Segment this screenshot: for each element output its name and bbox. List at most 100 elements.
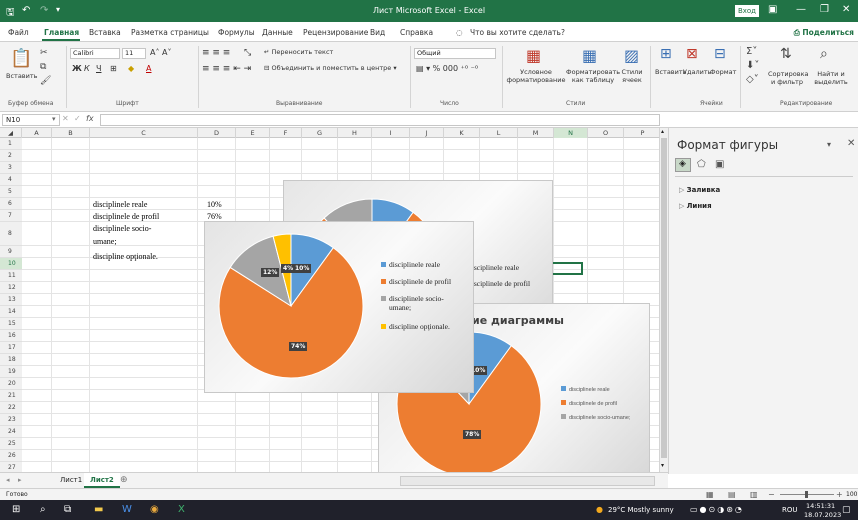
row-header-22[interactable]: 22 [0, 402, 22, 414]
zoom-out-icon[interactable]: − [768, 490, 775, 499]
align-left-icon[interactable]: ≡ ≡ ≡ ⇤ ⇥ [202, 64, 251, 74]
zoom-level[interactable]: 100 [846, 491, 857, 498]
column-header-c[interactable]: C [90, 128, 198, 138]
find-select-button[interactable]: Найти и выделить [808, 70, 854, 86]
autosum-icon[interactable]: Σ˅ [746, 46, 757, 57]
ribbon-display-icon[interactable]: ▣ [768, 4, 777, 15]
accounting-format-icon[interactable]: ▤ ▾ % 000 ⁺⁰ ⁻⁰ [416, 64, 478, 73]
row-header-4[interactable]: 4 [0, 174, 22, 186]
file-explorer-icon[interactable]: ▬ [94, 504, 103, 515]
sort-filter-icon[interactable]: ⇅ [780, 46, 792, 62]
select-all-corner[interactable]: ◢ [0, 128, 22, 138]
font-color-icon[interactable]: A [146, 64, 151, 73]
format-cells-button[interactable]: Формат [710, 68, 736, 76]
conditional-format-icon[interactable]: ▦ [526, 46, 541, 65]
paste-button[interactable]: Вставить [6, 72, 37, 80]
row-header-24[interactable]: 24 [0, 426, 22, 438]
tab-formulas[interactable]: Формулы [218, 28, 255, 37]
row-header-2[interactable]: 2 [0, 150, 22, 162]
zoom-in-icon[interactable]: + [836, 490, 843, 499]
row-header-17[interactable]: 17 [0, 342, 22, 354]
column-header-f[interactable]: F [270, 128, 302, 138]
merge-center-button[interactable]: ⊟ Объединить и поместить в центре ▾ [264, 64, 397, 72]
fx-icon[interactable]: fx [86, 114, 94, 123]
fill-color-icon[interactable]: ◆ [128, 64, 134, 73]
delete-cells-button[interactable]: Удалить [683, 68, 711, 76]
cell-styles-button[interactable]: Стили ячеек [618, 68, 646, 84]
clock-time[interactable]: 14:51:31 [806, 502, 835, 510]
column-header-h[interactable]: H [338, 128, 372, 138]
row-header-18[interactable]: 18 [0, 354, 22, 366]
row-header-16[interactable]: 16 [0, 330, 22, 342]
column-header-p[interactable]: P [624, 128, 659, 138]
sheet-tab-2[interactable]: Лист2 [84, 473, 120, 488]
tab-view[interactable]: Вид [370, 28, 385, 37]
font-size-combo[interactable]: 11 [122, 48, 146, 59]
sheet-prev-icon[interactable]: ◂ [6, 476, 10, 484]
zoom-slider-thumb[interactable] [805, 491, 808, 498]
fill-section[interactable]: ▷ Заливка [679, 186, 720, 194]
column-header-l[interactable]: L [480, 128, 518, 138]
column-header-m[interactable]: M [518, 128, 554, 138]
conditional-format-button[interactable]: Условное форматирование [506, 68, 566, 84]
row-header-10[interactable]: 10 [0, 258, 22, 270]
column-header-e[interactable]: E [236, 128, 270, 138]
size-properties-tab-icon[interactable]: ▣ [715, 159, 724, 170]
cell-d6[interactable]: 10% [207, 200, 222, 209]
insert-cells-button[interactable]: Вставить [655, 68, 686, 76]
confirm-entry-icon[interactable]: ✓ [74, 114, 81, 123]
fill-icon[interactable]: ⬇˅ [746, 60, 759, 71]
pane-close-icon[interactable]: ✕ [847, 138, 855, 149]
minimize-icon[interactable]: — [796, 4, 806, 15]
row-header-25[interactable]: 25 [0, 438, 22, 450]
share-button[interactable]: ⎙ Поделиться [794, 28, 854, 38]
normal-view-icon[interactable]: ▦ [706, 490, 714, 499]
align-top-icon[interactable]: ≡ ≡ ≡ [202, 48, 230, 58]
tab-data[interactable]: Данные [262, 28, 293, 37]
cell-c8[interactable]: disciplinele socio- [93, 224, 189, 233]
page-layout-view-icon[interactable]: ▤ [728, 490, 736, 499]
row-header-8[interactable]: 8 [0, 222, 22, 246]
row-header-3[interactable]: 3 [0, 162, 22, 174]
tab-help[interactable]: Справка [400, 28, 433, 37]
clock-date[interactable]: 18.07.2023 [804, 511, 841, 519]
column-header-i[interactable]: I [372, 128, 410, 138]
worksheet-grid[interactable]: ◢ A B C D E F G H I J K L M N O P 1 2 3 4 5 6 7 8 9 10 11 12 13 14 15 1… [0, 128, 659, 472]
cell-c7[interactable]: disciplinele de profil [93, 212, 159, 221]
row-header-23[interactable]: 23 [0, 414, 22, 426]
row-header-20[interactable]: 20 [0, 378, 22, 390]
row-header-11[interactable]: 11 [0, 270, 22, 282]
cell-d7[interactable]: 76% [207, 212, 222, 221]
tab-page-layout[interactable]: Разметка страницы [131, 28, 209, 37]
row-header-15[interactable]: 15 [0, 318, 22, 330]
scroll-thumb[interactable] [661, 138, 667, 458]
column-header-o[interactable]: O [588, 128, 624, 138]
tray-icons[interactable]: ▭●⊙◑⊛◔ [690, 505, 744, 514]
format-painter-icon[interactable]: 🖌 [40, 76, 51, 86]
add-sheet-icon[interactable]: ⊕ [120, 475, 128, 485]
insert-cells-icon[interactable]: ⊞ [660, 46, 672, 62]
weather-text[interactable]: 29°C Mostly sunny [608, 506, 674, 514]
column-header-n[interactable]: N [554, 128, 588, 138]
column-header-g[interactable]: G [302, 128, 338, 138]
notifications-icon[interactable]: ▢ [842, 505, 851, 515]
bold-icon[interactable]: Ж [72, 64, 82, 73]
login-button[interactable]: Вход [735, 5, 759, 17]
task-view-icon[interactable]: ⧉ [64, 504, 71, 515]
paste-icon[interactable]: 📋 [10, 48, 32, 69]
clear-icon[interactable]: ◇˅ [746, 74, 759, 85]
row-header-9[interactable]: 9 [0, 246, 22, 258]
column-header-b[interactable]: B [52, 128, 90, 138]
word-app-icon[interactable]: W [122, 504, 132, 515]
vertical-scrollbar[interactable]: ▴ ▾ [659, 128, 668, 472]
row-header-27[interactable]: 27 [0, 462, 22, 472]
tell-me-box[interactable]: Что вы хотите сделать? [470, 28, 565, 37]
underline-icon[interactable]: Ч [96, 64, 101, 73]
cell-c9[interactable]: discipline opţionale. [93, 252, 158, 261]
row-header-19[interactable]: 19 [0, 366, 22, 378]
windows-start-icon[interactable]: ⊞ [12, 504, 20, 515]
tab-review[interactable]: Рецензирование [303, 28, 368, 37]
delete-cells-icon[interactable]: ⊠ [686, 46, 698, 62]
row-header-7[interactable]: 7 [0, 210, 22, 222]
column-header-a[interactable]: A [22, 128, 52, 138]
